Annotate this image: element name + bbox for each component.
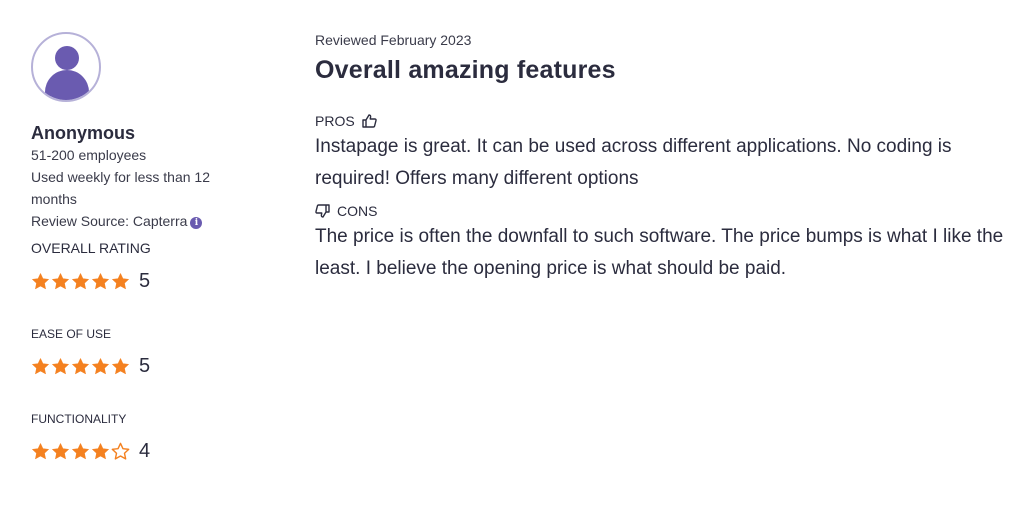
cons-label: CONS [315, 203, 1005, 219]
avatar [31, 32, 101, 102]
review-source: Review Source: Capterra i [31, 210, 281, 232]
rating-value: 5 [139, 270, 151, 292]
star-filled-icon [52, 358, 69, 375]
review-content: Reviewed February 2023 Overall amazing f… [315, 32, 1005, 285]
cons-label-text: CONS [337, 203, 378, 219]
star-filled-icon [92, 358, 109, 375]
star-filled-icon [92, 443, 109, 460]
star-filled-icon [112, 358, 129, 375]
avatar-body [45, 70, 89, 100]
rating-ease-of-use: EASE OF USE 5 [31, 327, 281, 378]
company-size: 51-200 employees [31, 147, 147, 163]
star-filled-icon [72, 273, 89, 290]
info-icon[interactable]: i [190, 217, 203, 229]
rating-value: 4 [139, 440, 151, 462]
star-filled-icon [32, 443, 49, 460]
thumbs-down-icon [315, 203, 331, 219]
reviewer-panel: Anonymous 51-200 employees Used weekly f… [31, 32, 281, 463]
cons-text: The price is often the downfall to such … [315, 226, 1004, 279]
rating-functionality: FUNCTIONALITY 4 [31, 412, 281, 463]
rating-label: OVERALL RATING [31, 240, 151, 256]
star-filled-icon [52, 273, 69, 290]
pros-label-text: PROS [315, 113, 355, 129]
reviewer-name: Anonymous [31, 123, 136, 143]
star-rating [31, 272, 130, 291]
rating-label: FUNCTIONALITY [31, 412, 127, 426]
rating-label: EASE OF USE [31, 327, 112, 341]
star-filled-icon [72, 443, 89, 460]
rating-value: 5 [139, 355, 151, 377]
review-date: Reviewed February 2023 [315, 32, 472, 48]
star-rating [31, 357, 130, 376]
pros-label: PROS [315, 113, 1005, 129]
star-filled-icon [92, 273, 109, 290]
star-rating [31, 442, 130, 461]
review-title: Overall amazing features [315, 56, 616, 84]
star-empty-icon [111, 442, 130, 460]
star-filled-icon [72, 358, 89, 375]
rating-overall: OVERALL RATING 5 [31, 240, 281, 293]
thumbs-up-icon [361, 113, 377, 129]
pros-text: Instapage is great. It can be used acros… [315, 136, 952, 189]
usage-info: Used weekly for less than 12 months [31, 169, 210, 207]
star-filled-icon [52, 443, 69, 460]
star-filled-icon [112, 273, 129, 290]
review-source-text: Review Source: Capterra [31, 213, 188, 229]
star-filled-icon [32, 358, 49, 375]
avatar-head [55, 46, 79, 70]
star-filled-icon [32, 273, 49, 290]
